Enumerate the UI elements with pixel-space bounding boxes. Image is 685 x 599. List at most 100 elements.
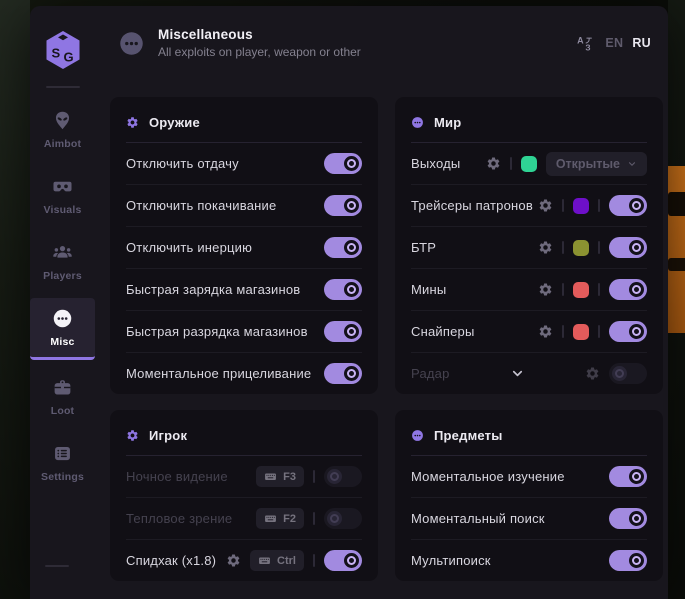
toggle-knob-ring [347,369,356,378]
feature-row[interactable]: Трейсеры патронов [411,185,647,227]
toggle-switch[interactable] [609,508,647,529]
gear-icon[interactable] [585,366,600,381]
feature-row[interactable]: БТР [411,227,647,269]
toggle-knob-ring [632,556,641,565]
feature-row[interactable]: Быстрая зарядка магазинов [126,269,362,311]
ellipsis-circle-icon [411,429,424,442]
sidebar-item-misc[interactable]: Misc [30,298,95,360]
gear-icon[interactable] [538,198,553,213]
toggle-switch[interactable] [609,363,647,384]
feature-label: Отключить покачивание [126,198,324,213]
sidebar-item-aimbot[interactable]: Aimbot [30,100,95,159]
misc-avatar-icon [118,30,145,57]
feature-label: Моментальный поиск [411,511,609,526]
keyboard-icon [264,512,277,525]
toggle-switch[interactable] [324,237,362,258]
feature-row[interactable]: Спидхак (x1.8)Ctrl [126,540,362,581]
section-weapon: Оружие Отключить отдачу Отключить покачива… [110,97,378,394]
dropdown-select[interactable]: Открытые [546,152,647,176]
gear-icon[interactable] [538,240,553,255]
toggle-switch[interactable] [609,279,647,300]
briefcase-icon [52,377,73,398]
sidebar-item-settings[interactable]: Settings [30,433,95,492]
lang-en-button[interactable]: EN [605,36,623,50]
app-window: S G AimbotVisualsPlayersMiscLootSettings… [30,6,668,599]
toggle-switch[interactable] [609,237,647,258]
toggle-knob-ring [330,514,339,523]
section-title: Оружие [149,115,200,130]
feature-label: Моментальное изучение [411,469,609,484]
feature-row[interactable]: Моментальный поиск [411,498,647,540]
feature-row[interactable]: Отключить покачивание [126,185,362,227]
color-swatch[interactable] [573,282,589,298]
feature-row[interactable]: Ночное видениеF3 [126,456,362,498]
feature-row[interactable]: Тепловое зрениеF2 [126,498,362,540]
sidebar-divider-bottom [45,565,69,567]
toggle-switch[interactable] [324,153,362,174]
gear-icon[interactable] [226,553,241,568]
sidebar-item-visuals[interactable]: Visuals [30,166,95,225]
color-swatch[interactable] [573,240,589,256]
toggle-switch[interactable] [324,466,362,487]
toggle-switch[interactable] [324,550,362,571]
feature-row[interactable]: Моментальное изучение [411,456,647,498]
toggle-switch[interactable] [324,195,362,216]
lang-ru-button[interactable]: RU [632,36,651,50]
topbar: Miscellaneous All exploits on player, we… [110,6,663,59]
feature-row[interactable]: Быстрая разрядка магазинов [126,311,362,353]
feature-row[interactable]: ВыходыОткрытые [411,143,647,185]
separator [313,512,315,525]
hotkey-label: F3 [283,471,296,483]
page-subtitle: All exploits on player, weapon or other [158,45,361,59]
toggle-switch[interactable] [609,466,647,487]
hotkey-badge[interactable]: F3 [256,466,304,487]
translate-icon [576,34,594,52]
toggle-knob [612,366,627,381]
feature-row[interactable]: Радар [411,353,647,394]
section-title: Игрок [149,428,187,443]
toggle-knob-ring [347,243,356,252]
column-left: Оружие Отключить отдачу Отключить покачива… [110,97,378,581]
feature-row[interactable]: Отключить отдачу [126,143,362,185]
toggle-knob-ring [330,472,339,481]
feature-label: Моментальное прицеливание [126,366,324,381]
gear-icon[interactable] [538,324,553,339]
toggle-knob [629,324,644,339]
keyboard-icon [264,470,277,483]
separator [562,283,564,296]
toggle-knob [629,469,644,484]
feature-row[interactable]: Снайперы [411,311,647,353]
toggle-knob-ring [632,327,641,336]
toggle-knob-ring [347,285,356,294]
sidebar-item-label: Settings [41,471,84,483]
toggle-switch[interactable] [324,279,362,300]
toggle-knob [629,240,644,255]
color-swatch[interactable] [573,324,589,340]
gear-icon[interactable] [538,282,553,297]
section-world: МирВыходыОткрытыеТрейсеры патроновБТРМин… [395,97,663,394]
chevron-down-icon[interactable] [510,366,525,381]
settings-icon [52,443,73,464]
color-swatch[interactable] [573,198,589,214]
feature-row[interactable]: Отключить инерцию [126,227,362,269]
toggle-switch[interactable] [609,550,647,571]
row-controls [324,153,362,174]
sidebar-item-players[interactable]: Players [30,232,95,291]
toggle-knob-ring [347,201,356,210]
sidebar-item-loot[interactable]: Loot [30,367,95,426]
toggle-switch[interactable] [324,363,362,384]
feature-row[interactable]: Мины [411,269,647,311]
hotkey-badge[interactable]: Ctrl [250,550,304,571]
feature-row[interactable]: Моментальное прицеливание [126,353,362,394]
feature-row[interactable]: Мультипоиск [411,540,647,581]
sidebar-item-label: Aimbot [44,138,81,150]
gear-icon[interactable] [486,156,501,171]
toggle-switch[interactable] [324,321,362,342]
hotkey-badge[interactable]: F2 [256,508,304,529]
toggle-knob [344,156,359,171]
toggle-switch[interactable] [324,508,362,529]
separator [598,199,600,212]
color-swatch[interactable] [521,156,537,172]
toggle-switch[interactable] [609,195,647,216]
toggle-switch[interactable] [609,321,647,342]
